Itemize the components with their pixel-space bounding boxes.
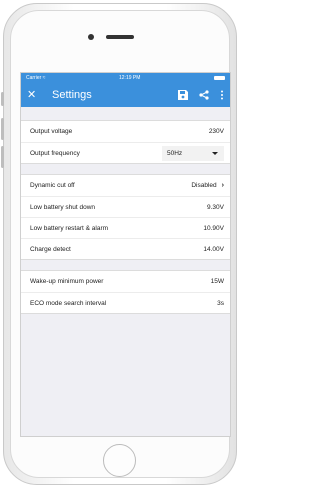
- carrier-label: Carrier ≈: [26, 74, 46, 81]
- setting-value: 10.90V: [203, 224, 224, 232]
- close-icon[interactable]: ✕: [27, 88, 43, 101]
- setting-label: Wake-up minimum power: [30, 278, 104, 285]
- status-bar: Carrier ≈ 12:19 PM: [21, 73, 230, 82]
- more-vert-icon[interactable]: [220, 90, 224, 100]
- page-title: Settings: [52, 88, 92, 101]
- setting-label: Dynamic cut off: [30, 182, 75, 189]
- setting-label: Output voltage: [30, 128, 73, 135]
- setting-value: Disabled: [191, 182, 217, 189]
- setting-row-eco-mode-search-interval[interactable]: ECO mode search interval 3s: [21, 292, 230, 313]
- save-icon[interactable]: [178, 89, 188, 100]
- setting-row-wake-up-minimum-power[interactable]: Wake-up minimum power 15W: [21, 271, 230, 292]
- battery-icon: [213, 75, 225, 80]
- chevron-right-icon: ›: [221, 182, 224, 189]
- dropdown-caret-icon: [212, 151, 218, 155]
- setting-value: 15W: [210, 278, 224, 285]
- setting-label: Output frequency: [30, 149, 80, 157]
- front-camera: [88, 34, 94, 40]
- app-bar-actions: [178, 89, 224, 100]
- app-screen: Carrier ≈ 12:19 PM ✕ Settings Output vol…: [20, 72, 231, 437]
- setting-value: 9.30V: [207, 203, 224, 211]
- setting-value: 14.00V: [203, 245, 224, 253]
- status-time: 12:19 PM: [119, 74, 141, 81]
- settings-group-output: Output voltage 230V Output frequency 50H…: [21, 120, 230, 164]
- setting-label: Low battery shut down: [30, 203, 96, 211]
- setting-value-group: Disabled ›: [191, 182, 224, 189]
- setting-row-output-frequency: Output frequency 50Hz: [21, 142, 230, 163]
- settings-group-power: Wake-up minimum power 15W ECO mode searc…: [21, 270, 230, 314]
- setting-label: Low battery restart & alarm: [30, 224, 109, 232]
- settings-group-battery: Dynamic cut off Disabled › Low battery s…: [21, 174, 230, 260]
- setting-value: 230V: [208, 128, 224, 135]
- setting-row-output-voltage[interactable]: Output voltage 230V: [21, 121, 230, 142]
- wifi-icon: ≈: [42, 74, 46, 81]
- volume-up-button: [1, 118, 4, 140]
- setting-label: ECO mode search interval: [30, 299, 107, 307]
- setting-row-charge-detect[interactable]: Charge detect 14.00V: [21, 238, 230, 259]
- volume-down-button: [1, 146, 4, 168]
- share-icon[interactable]: [199, 89, 209, 100]
- setting-row-low-battery-shut-down[interactable]: Low battery shut down 9.30V: [21, 196, 230, 217]
- setting-label: Charge detect: [30, 245, 71, 253]
- output-frequency-select[interactable]: 50Hz: [162, 145, 224, 161]
- home-button[interactable]: [103, 444, 136, 477]
- select-value: 50Hz: [167, 149, 183, 157]
- mute-switch: [1, 92, 4, 106]
- setting-value: 3s: [217, 299, 224, 307]
- setting-row-low-battery-restart[interactable]: Low battery restart & alarm 10.90V: [21, 217, 230, 238]
- app-bar: ✕ Settings: [21, 82, 230, 107]
- setting-row-dynamic-cut-off[interactable]: Dynamic cut off Disabled ›: [21, 175, 230, 196]
- earpiece-speaker: [106, 35, 134, 39]
